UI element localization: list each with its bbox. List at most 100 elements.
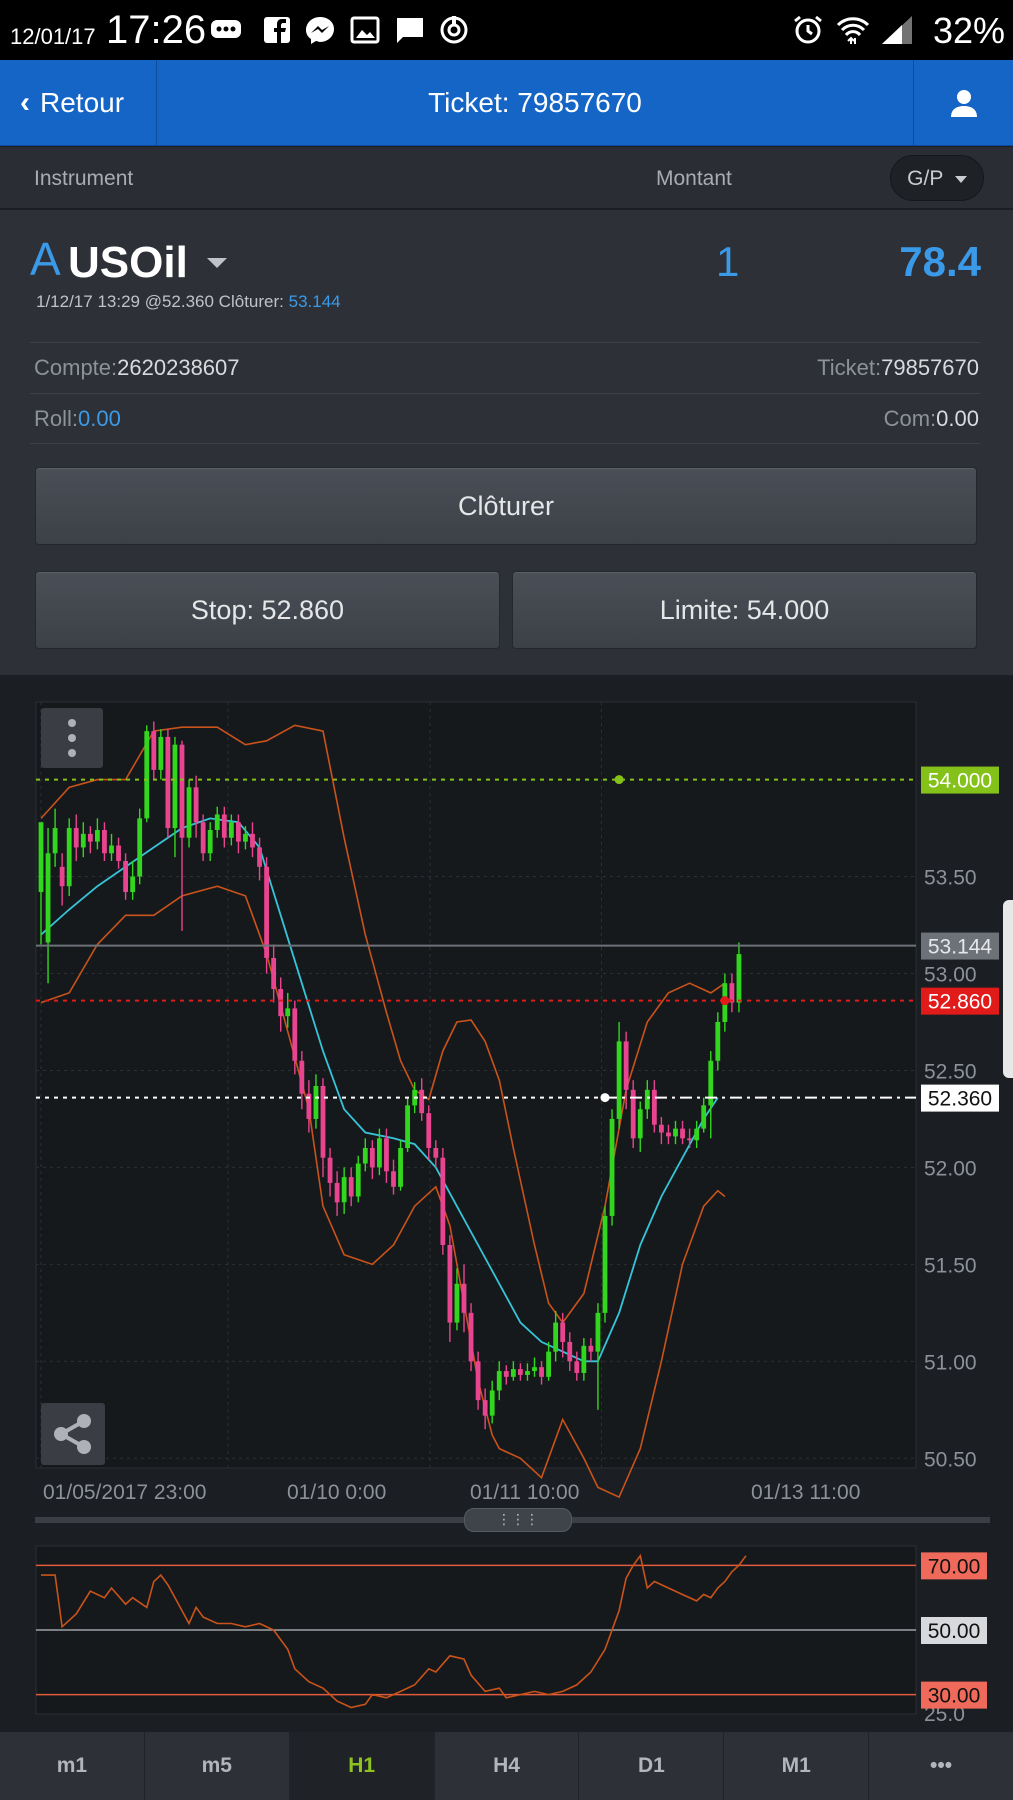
- timeframe-tab[interactable]: m1: [0, 1732, 145, 1800]
- close-price: 53.144: [288, 292, 341, 311]
- com-row: Com:0.00: [884, 406, 979, 432]
- candle-body: [461, 1283, 467, 1313]
- timeframe-tab[interactable]: H1: [289, 1732, 435, 1800]
- open-info: 1/12/17 13:29 @52.360 Clôturer: 53.144: [36, 292, 341, 312]
- splitter-handle[interactable]: ⋮⋮⋮: [464, 1508, 572, 1532]
- open-details: 1/12/17 13:29 @52.360 Clôturer:: [36, 292, 284, 311]
- limit-button[interactable]: Limite: 54.000: [512, 571, 977, 649]
- candle-body: [468, 1312, 474, 1362]
- candle-body: [574, 1361, 580, 1373]
- candle-body: [285, 1008, 291, 1017]
- candle-body: [73, 828, 79, 848]
- candle-body: [623, 1041, 629, 1090]
- chart-menu-button[interactable]: [41, 708, 103, 768]
- y-tick-label: 53.00: [924, 963, 977, 986]
- candle-body: [38, 822, 44, 893]
- com-label: Com:: [883, 406, 937, 431]
- candle-body: [264, 866, 269, 958]
- timeframe-bar: m1 m5 H1 H4 D1 M1 •••: [0, 1732, 1013, 1800]
- account-label: Compte:: [34, 355, 118, 380]
- candle-body: [518, 1369, 523, 1375]
- close-position-button[interactable]: Clôturer: [35, 467, 977, 545]
- candle-body: [369, 1148, 375, 1168]
- candle-body: [588, 1345, 594, 1352]
- candle-body: [503, 1371, 509, 1377]
- user-button[interactable]: [913, 60, 1013, 146]
- candle-body: [525, 1371, 530, 1375]
- timeframe-tab[interactable]: •••: [869, 1732, 1013, 1800]
- candle-body: [137, 818, 143, 877]
- account-value: 2620238607: [117, 355, 240, 380]
- menu-dot: [68, 734, 76, 742]
- candle-body: [257, 847, 262, 867]
- candle-body: [313, 1085, 319, 1119]
- timeframe-tab[interactable]: M1: [724, 1732, 870, 1800]
- candle-body: [539, 1367, 544, 1377]
- candle-body: [454, 1283, 460, 1323]
- level-marker: [614, 775, 624, 785]
- ticket-label: Ticket:: [817, 355, 882, 380]
- divider: [30, 443, 980, 444]
- candle-body: [214, 814, 220, 830]
- candle-body: [172, 744, 178, 829]
- candle-body: [384, 1138, 389, 1172]
- timeframe-tab[interactable]: D1: [579, 1732, 725, 1800]
- roll-value: 0.00: [78, 406, 121, 431]
- candle-body: [221, 814, 227, 838]
- back-button[interactable]: ‹ Retour: [0, 60, 157, 146]
- candle-body: [673, 1128, 678, 1137]
- candle-body: [102, 829, 107, 854]
- chevron-left-icon: ‹: [20, 86, 30, 119]
- candle-body: [236, 822, 241, 842]
- gp-dropdown[interactable]: G/P: [890, 155, 984, 201]
- level-label: 52.360: [928, 1088, 992, 1111]
- x-tick-label: 01/10 0:00: [287, 1481, 386, 1504]
- symbol-caret-icon[interactable]: [207, 258, 227, 268]
- candle-body: [348, 1177, 354, 1197]
- message-icon: [397, 18, 423, 43]
- candle-body: [334, 1182, 340, 1203]
- candle-body: [200, 822, 206, 854]
- level-marker: [720, 996, 730, 1006]
- candle-body: [243, 833, 248, 842]
- x-tick-label: 01/11 10:00: [470, 1481, 579, 1504]
- messenger-icon: [306, 17, 334, 44]
- candle-body: [80, 833, 86, 848]
- candle-body: [567, 1341, 573, 1362]
- candle-body: [59, 866, 65, 887]
- signal-icon: [882, 16, 912, 44]
- timeframe-tab[interactable]: H4: [435, 1732, 580, 1800]
- timeframe-tab[interactable]: m5: [145, 1732, 290, 1800]
- candle-body: [736, 954, 742, 1003]
- roll-label: Roll:: [34, 406, 79, 431]
- y-tick-label: 51.50: [924, 1254, 977, 1277]
- side-drawer-tab[interactable]: [1003, 900, 1013, 1078]
- candle-body: [659, 1124, 664, 1133]
- candle-body: [271, 957, 277, 990]
- candle-body: [95, 829, 100, 842]
- share-button[interactable]: [41, 1403, 105, 1465]
- instrument-symbol[interactable]: USOil: [68, 238, 188, 288]
- candle-body: [419, 1089, 425, 1114]
- candle-body: [292, 1008, 298, 1061]
- account-row: Compte:2620238607: [34, 355, 240, 381]
- candle-body: [341, 1177, 347, 1203]
- candle-body: [426, 1113, 432, 1149]
- alarm-icon: [794, 15, 822, 44]
- roll-row: Roll:0.00: [34, 406, 121, 432]
- share-icon: [54, 1414, 91, 1454]
- y-tick-label: 50.50: [924, 1448, 977, 1471]
- candle-body: [66, 828, 72, 887]
- ticket-value: 79857670: [881, 355, 979, 380]
- stop-button[interactable]: Stop: 52.860: [35, 571, 500, 649]
- candle-body: [355, 1163, 361, 1197]
- menu-dot: [68, 749, 76, 757]
- back-label: Retour: [40, 87, 125, 118]
- candle-body: [496, 1371, 502, 1391]
- candle-body: [482, 1400, 488, 1416]
- candle-body: [327, 1157, 333, 1183]
- chat-bubble-icon: [211, 20, 241, 38]
- candle-body: [680, 1128, 685, 1139]
- price-chart[interactable]: 53.50 53.00 52.50 52.00 51.50 51.00 50.50 01/05…: [0, 676, 1013, 1731]
- candle-body: [158, 736, 164, 770]
